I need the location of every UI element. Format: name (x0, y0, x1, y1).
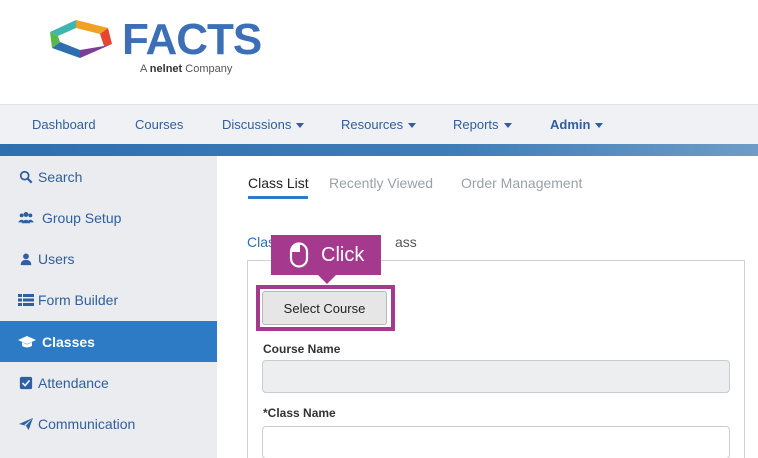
active-tab-indicator (248, 196, 308, 199)
nav-dashboard[interactable]: Dashboard (32, 105, 96, 145)
sidebar: Search Group Setup Users Form Builder Cl… (0, 156, 217, 458)
sidebar-item-label: Group Setup (42, 209, 122, 226)
main-content: Class List Recently Viewed Order Managem… (217, 156, 758, 458)
tooltip-label: Click (321, 243, 365, 266)
group-icon (18, 211, 34, 223)
sidebar-item-label: Form Builder (38, 291, 119, 308)
class-name-input[interactable] (262, 426, 730, 458)
nav-discussions[interactable]: Discussions (222, 105, 305, 145)
tooltip-arrow (318, 275, 336, 284)
click-tooltip: Click (271, 235, 381, 275)
sidebar-item-label: Communication (38, 415, 136, 432)
nav-courses[interactable]: Courses (135, 105, 183, 145)
tab-class-list[interactable]: Class List (248, 175, 309, 191)
chevron-down-icon (595, 123, 604, 129)
facts-logo-icon (50, 20, 112, 58)
sidebar-item-form-builder[interactable]: Form Builder (0, 279, 217, 320)
sidebar-item-communication[interactable]: Communication (0, 403, 217, 444)
sidebar-item-label: Classes (42, 333, 95, 350)
course-name-label: Course Name (263, 342, 341, 356)
class-form-panel: Select Course Course Name *Class Name (247, 260, 745, 458)
facts-logo-text: FACTS (122, 15, 262, 64)
paper-plane-icon (19, 417, 33, 430)
class-name-label: *Class Name (263, 406, 336, 420)
accent-bar (0, 144, 758, 156)
sidebar-item-attendance[interactable]: Attendance (0, 362, 217, 403)
chevron-down-icon (408, 123, 417, 129)
list-icon (18, 293, 34, 306)
logo-tagline: A nelnet Company (140, 63, 233, 75)
sidebar-item-search[interactable]: Search (0, 156, 217, 197)
checkbox-icon (19, 376, 33, 389)
top-navigation: Dashboard Courses Discussions Resources … (0, 104, 758, 144)
click-highlight-box (256, 285, 395, 331)
app-header: FACTS A nelnet Company (0, 0, 758, 104)
user-icon (20, 252, 32, 265)
tab-order-management[interactable]: Order Management (461, 175, 582, 191)
breadcrumb-current: ass (395, 234, 417, 250)
sidebar-item-users[interactable]: Users (0, 238, 217, 279)
course-name-field (262, 360, 730, 393)
nav-admin[interactable]: Admin (550, 105, 604, 145)
search-icon (19, 170, 33, 183)
sidebar-item-label: Attendance (38, 374, 109, 391)
chevron-down-icon (296, 123, 305, 129)
nav-resources[interactable]: Resources (341, 105, 417, 145)
graduation-cap-icon (18, 335, 36, 347)
tab-recently-viewed[interactable]: Recently Viewed (329, 175, 433, 191)
mouse-icon (289, 242, 309, 268)
chevron-down-icon (503, 123, 512, 129)
sidebar-item-label: Users (38, 250, 75, 267)
sidebar-item-classes[interactable]: Classes (0, 321, 217, 362)
nav-reports[interactable]: Reports (453, 105, 512, 145)
sidebar-item-label: Search (38, 168, 83, 185)
sidebar-item-group-setup[interactable]: Group Setup (0, 197, 217, 238)
